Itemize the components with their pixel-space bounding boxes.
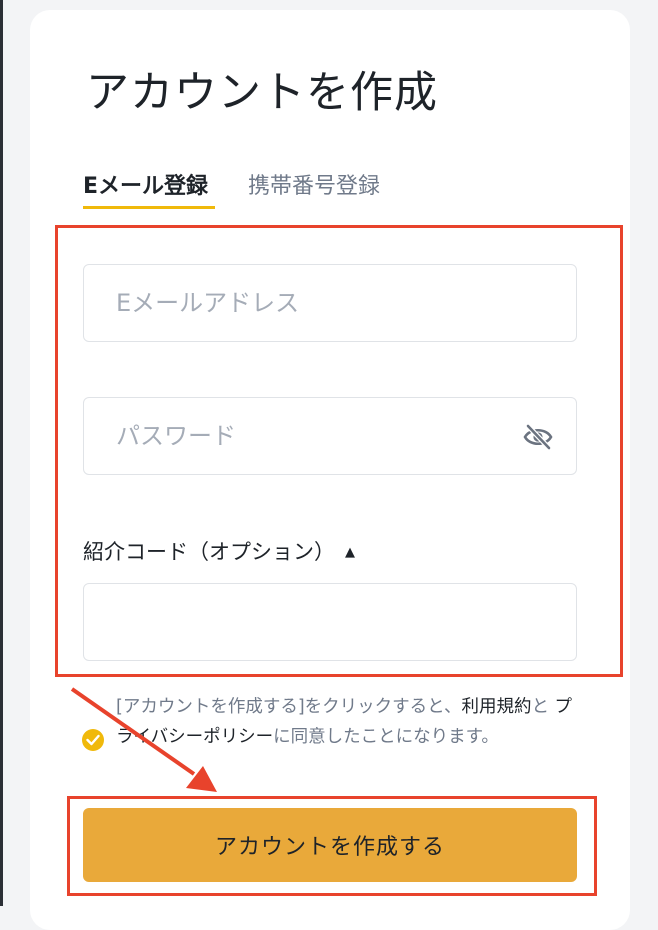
consent-text: [アカウントを作成する]をクリックすると、利用規約と プライバシーポリシーに同意… (116, 692, 576, 752)
page-title: アカウントを作成 (86, 68, 438, 118)
tab-email-registration[interactable]: Eメール登録 (83, 168, 208, 200)
consent-prefix: [アカウントを作成する]をクリックすると、 (116, 697, 462, 717)
active-tab-indicator (83, 206, 215, 209)
consent-connector: と (531, 697, 549, 717)
check-circle-icon[interactable] (82, 729, 104, 751)
terms-of-use-link[interactable]: 利用規約 (461, 697, 531, 717)
consent-suffix: に同意したことになります。 (273, 727, 499, 747)
annotation-highlight-form (55, 225, 623, 677)
annotation-highlight-button (67, 796, 597, 896)
tab-phone-registration[interactable]: 携帯番号登録 (248, 168, 380, 200)
window-edge (0, 0, 3, 906)
